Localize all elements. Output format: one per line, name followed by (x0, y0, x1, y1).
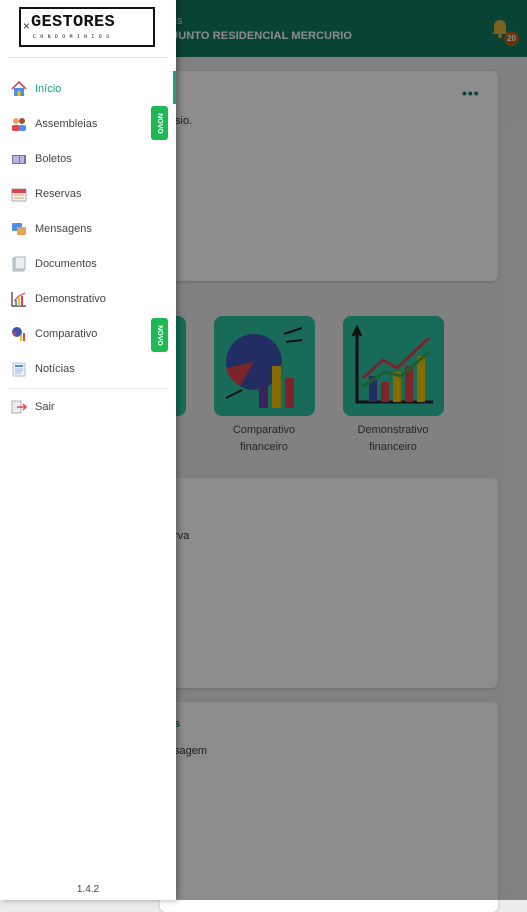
novo-badge-comparativo-text: NOVO (156, 324, 163, 346)
nav-item-noticias-label: Notícias (35, 362, 75, 375)
close-drawer-icon[interactable]: × (23, 19, 30, 33)
app-version: 1.4.2 (76, 884, 100, 895)
people-icon (11, 116, 27, 132)
nav-item-inicio-label: Início (35, 82, 62, 95)
nav-item-inicio[interactable]: Início (0, 71, 176, 106)
nav-item-comparativo-label: Comparativo (35, 327, 98, 340)
active-indicator (173, 71, 176, 104)
nav-item-comparativo[interactable]: Comparativo (0, 316, 176, 351)
nav-item-boletos[interactable]: Boletos (0, 141, 176, 176)
chat-icon (11, 221, 27, 237)
novo-badge-assembleias-text: NOVO (156, 112, 163, 134)
nav-item-mensagens[interactable]: Mensagens (0, 211, 176, 246)
nav-item-boletos-label: Boletos (35, 152, 72, 165)
nav-item-assembleias-label: Assembleias (35, 117, 98, 130)
nav-item-documentos-label: Documentos (35, 257, 97, 270)
logo-divider (8, 57, 168, 58)
home-icon (11, 80, 27, 97)
novo-badge-comparativo: NOVO (151, 318, 168, 352)
calendar-icon (11, 186, 27, 202)
nav-item-noticias[interactable]: Notícias (0, 351, 176, 386)
logout-icon (11, 399, 27, 415)
nav-item-reservas[interactable]: Reservas (0, 176, 176, 211)
nav-item-mensagens-label: Mensagens (35, 222, 92, 235)
nav-item-assembleias[interactable]: Assembleias (0, 106, 176, 141)
nav-item-sair[interactable]: Sair (0, 389, 176, 424)
nav-item-documentos[interactable]: Documentos (0, 246, 176, 281)
document-icon (11, 256, 27, 272)
nav-item-demonstrativo-label: Demonstrativo (35, 292, 106, 305)
navigation-drawer: × GESTORES CONDOMINIOS Início Assembleia… (0, 0, 176, 900)
gestores-logo: × GESTORES CONDOMINIOS (19, 7, 155, 47)
nav-item-demonstrativo[interactable]: Demonstrativo (0, 281, 176, 316)
barcode-icon (11, 151, 27, 167)
news-icon (11, 361, 27, 377)
comparison-icon (11, 326, 27, 342)
chart-icon (11, 291, 27, 307)
novo-badge-assembleias: NOVO (151, 106, 168, 140)
logo-wordmark: GESTORES (31, 13, 116, 32)
nav-item-reservas-label: Reservas (35, 187, 82, 200)
nav-item-sair-label: Sair (35, 400, 55, 413)
logo-subtitle: CONDOMINIOS (33, 34, 114, 40)
